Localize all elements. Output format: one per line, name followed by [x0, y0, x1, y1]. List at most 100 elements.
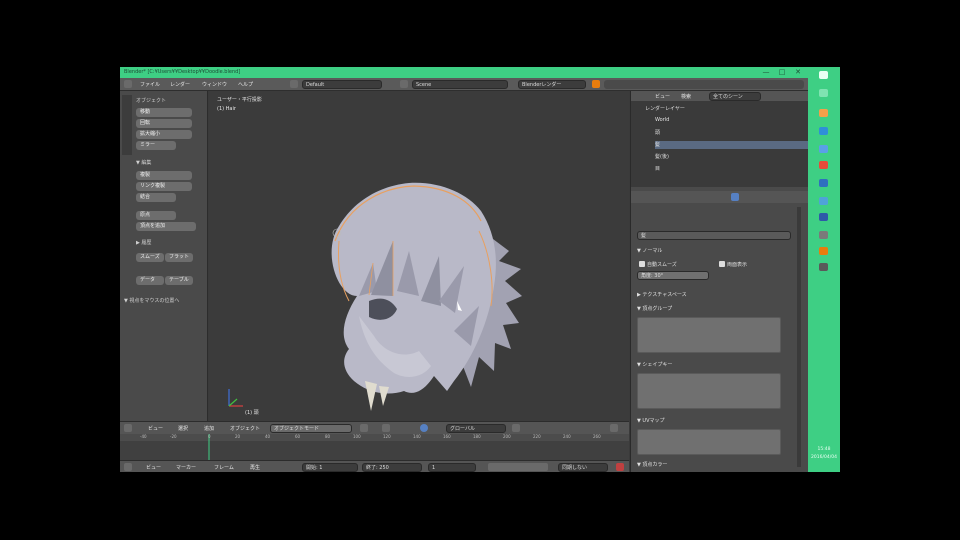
minimize-button[interactable]: — — [760, 68, 772, 77]
start-icon[interactable] — [819, 71, 828, 79]
duplicate-button[interactable]: 複製 — [136, 171, 192, 180]
origin-button[interactable]: 原点 — [136, 211, 176, 220]
timeline[interactable]: -40 -20 0 20 40 60 80 100 120 140 160 18… — [120, 434, 629, 460]
mesh-data-tab-icon[interactable] — [731, 193, 739, 201]
viewport-menu-select[interactable]: 選択 — [178, 425, 188, 432]
vertex-groups-list[interactable] — [637, 317, 781, 353]
menu-render[interactable]: レンダー — [170, 81, 190, 88]
uv-maps-list[interactable] — [637, 429, 781, 455]
editor-type-icon[interactable] — [124, 80, 132, 88]
outliner-menu-search[interactable]: 検索 — [681, 93, 691, 100]
edge-icon[interactable] — [819, 145, 828, 153]
scene-select[interactable]: Scene — [412, 80, 508, 89]
start-frame-field[interactable]: 開始: 1 — [302, 463, 358, 472]
current-frame-field[interactable]: 1 — [428, 463, 476, 472]
hair-model[interactable] — [209, 91, 629, 421]
angle-field[interactable]: 角度: 30° — [637, 271, 709, 280]
clock-time[interactable]: 15:48 — [810, 447, 838, 452]
flat-button[interactable]: フラット — [165, 253, 193, 262]
link-duplicate-button[interactable]: リンク複製 — [136, 182, 192, 191]
firefox-icon[interactable] — [819, 109, 828, 117]
tick-label: 120 — [383, 434, 391, 439]
layers-icon[interactable] — [512, 424, 520, 432]
outliner-row[interactable]: World — [655, 117, 808, 125]
mode-select[interactable]: オブジェクトモード — [270, 424, 352, 433]
vertex-colors-heading[interactable]: ▼ 頂点カラー — [637, 461, 667, 468]
edit-section-heading[interactable]: ▼ 編集 — [136, 159, 151, 166]
table-button[interactable]: テーブル — [165, 276, 193, 285]
close-button[interactable]: ✕ — [792, 68, 804, 77]
timeline-menu-playback[interactable]: 再生 — [250, 464, 260, 471]
outliner-row[interactable]: 頭 — [655, 129, 808, 137]
outliner-row[interactable]: 目 — [655, 165, 808, 173]
view-editor-icon[interactable] — [124, 424, 132, 432]
vertex-groups-heading[interactable]: ▼ 頂点グループ — [637, 305, 672, 312]
viewport-menu-view[interactable]: ビュー — [148, 425, 163, 432]
timeline-editor-icon[interactable] — [124, 463, 132, 471]
pivot-icon[interactable] — [382, 424, 390, 432]
properties-tabs[interactable] — [631, 191, 808, 203]
manipulator-icon[interactable] — [420, 424, 428, 432]
outliner-menu-view[interactable]: ビュー — [655, 93, 670, 100]
smooth-button[interactable]: スムーズ — [136, 253, 164, 262]
menu-window[interactable]: ウィンドウ — [202, 81, 227, 88]
render-engine-select[interactable]: Blenderレンダー — [518, 80, 586, 89]
search-icon[interactable] — [819, 89, 828, 97]
rotate-button[interactable]: 回転 — [136, 119, 192, 128]
render-preview-icon[interactable] — [610, 424, 618, 432]
app-icon[interactable] — [819, 161, 828, 169]
maximize-button[interactable]: □ — [776, 68, 788, 77]
folder-icon[interactable] — [819, 127, 828, 135]
operator-panel-heading[interactable]: ▼ 視点をマウスの位置へ — [124, 297, 179, 304]
mirror-button[interactable]: ミラー — [136, 141, 176, 150]
blender-taskbar-icon[interactable] — [819, 247, 828, 255]
timeline-menu-marker[interactable]: マーカー — [176, 464, 196, 471]
screen-layout-icon[interactable] — [290, 80, 298, 88]
orientation-select[interactable]: グローバル — [446, 424, 506, 433]
info-stats — [604, 80, 804, 89]
translate-button[interactable]: 移動 — [136, 108, 192, 117]
shading-icon[interactable] — [360, 424, 368, 432]
properties-scrollbar[interactable] — [797, 207, 801, 467]
menu-file[interactable]: ファイル — [140, 81, 160, 88]
timeline-menu-view[interactable]: ビュー — [146, 464, 161, 471]
outliner-display-select[interactable]: 全てのシーン — [709, 92, 761, 101]
layout-select[interactable]: Default — [302, 80, 382, 89]
3d-viewport[interactable]: ユーザー・平行投影 (1) Hair (1) 頭 — [209, 91, 629, 421]
tool-tabs[interactable] — [122, 95, 132, 155]
word-icon[interactable] — [819, 179, 828, 187]
menu-help[interactable]: ヘルプ — [238, 81, 253, 88]
normals-section-heading[interactable]: ▼ ノーマル — [637, 247, 662, 254]
double-sided-checkbox[interactable] — [719, 261, 725, 267]
settings-icon[interactable] — [819, 231, 828, 239]
add-vertex-button[interactable]: 頂点を追加 — [136, 222, 196, 231]
scene-icon[interactable] — [400, 80, 408, 88]
join-button[interactable]: 結合 — [136, 193, 176, 202]
history-section-heading[interactable]: ▶ 履歴 — [136, 239, 151, 246]
record-icon[interactable] — [616, 463, 624, 471]
texture-space-heading[interactable]: ▶ テクスチャスペース — [637, 291, 687, 298]
outliner-row[interactable]: 髪(後) — [655, 153, 808, 161]
object-name-field[interactable]: 髪 — [637, 231, 791, 240]
outliner-row[interactable]: レンダーレイヤー — [645, 105, 808, 113]
auto-smooth-checkbox[interactable] — [639, 261, 645, 267]
playback-controls[interactable] — [488, 463, 548, 471]
outliner-row-selected[interactable]: 髪 — [655, 141, 808, 149]
tray-icon[interactable] — [819, 263, 828, 271]
tick-label: 60 — [295, 434, 301, 439]
tick-label: 80 — [325, 434, 331, 439]
clock-date[interactable]: 2016/04/04 — [810, 455, 838, 460]
paint-icon[interactable] — [819, 197, 828, 205]
viewport-menu-add[interactable]: 追加 — [204, 425, 214, 432]
scale-button[interactable]: 拡大縮小 — [136, 130, 192, 139]
sync-select[interactable]: 同期しない — [558, 463, 608, 472]
viewport-menu-object[interactable]: オブジェクト — [230, 425, 260, 432]
end-frame-field[interactable]: 終了: 250 — [362, 463, 422, 472]
uv-maps-heading[interactable]: ▼ UVマップ — [637, 417, 665, 424]
shape-keys-heading[interactable]: ▼ シェイプキー — [637, 361, 672, 368]
shape-keys-list[interactable] — [637, 373, 781, 409]
tool-shelf: オブジェクト 移動 回転 拡大縮小 ミラー ▼ 編集 複製 リンク複製 結合 原… — [120, 91, 208, 421]
timeline-menu-frame[interactable]: フレーム — [214, 464, 234, 471]
data-button[interactable]: データ — [136, 276, 164, 285]
photoshop-icon[interactable] — [819, 213, 828, 221]
